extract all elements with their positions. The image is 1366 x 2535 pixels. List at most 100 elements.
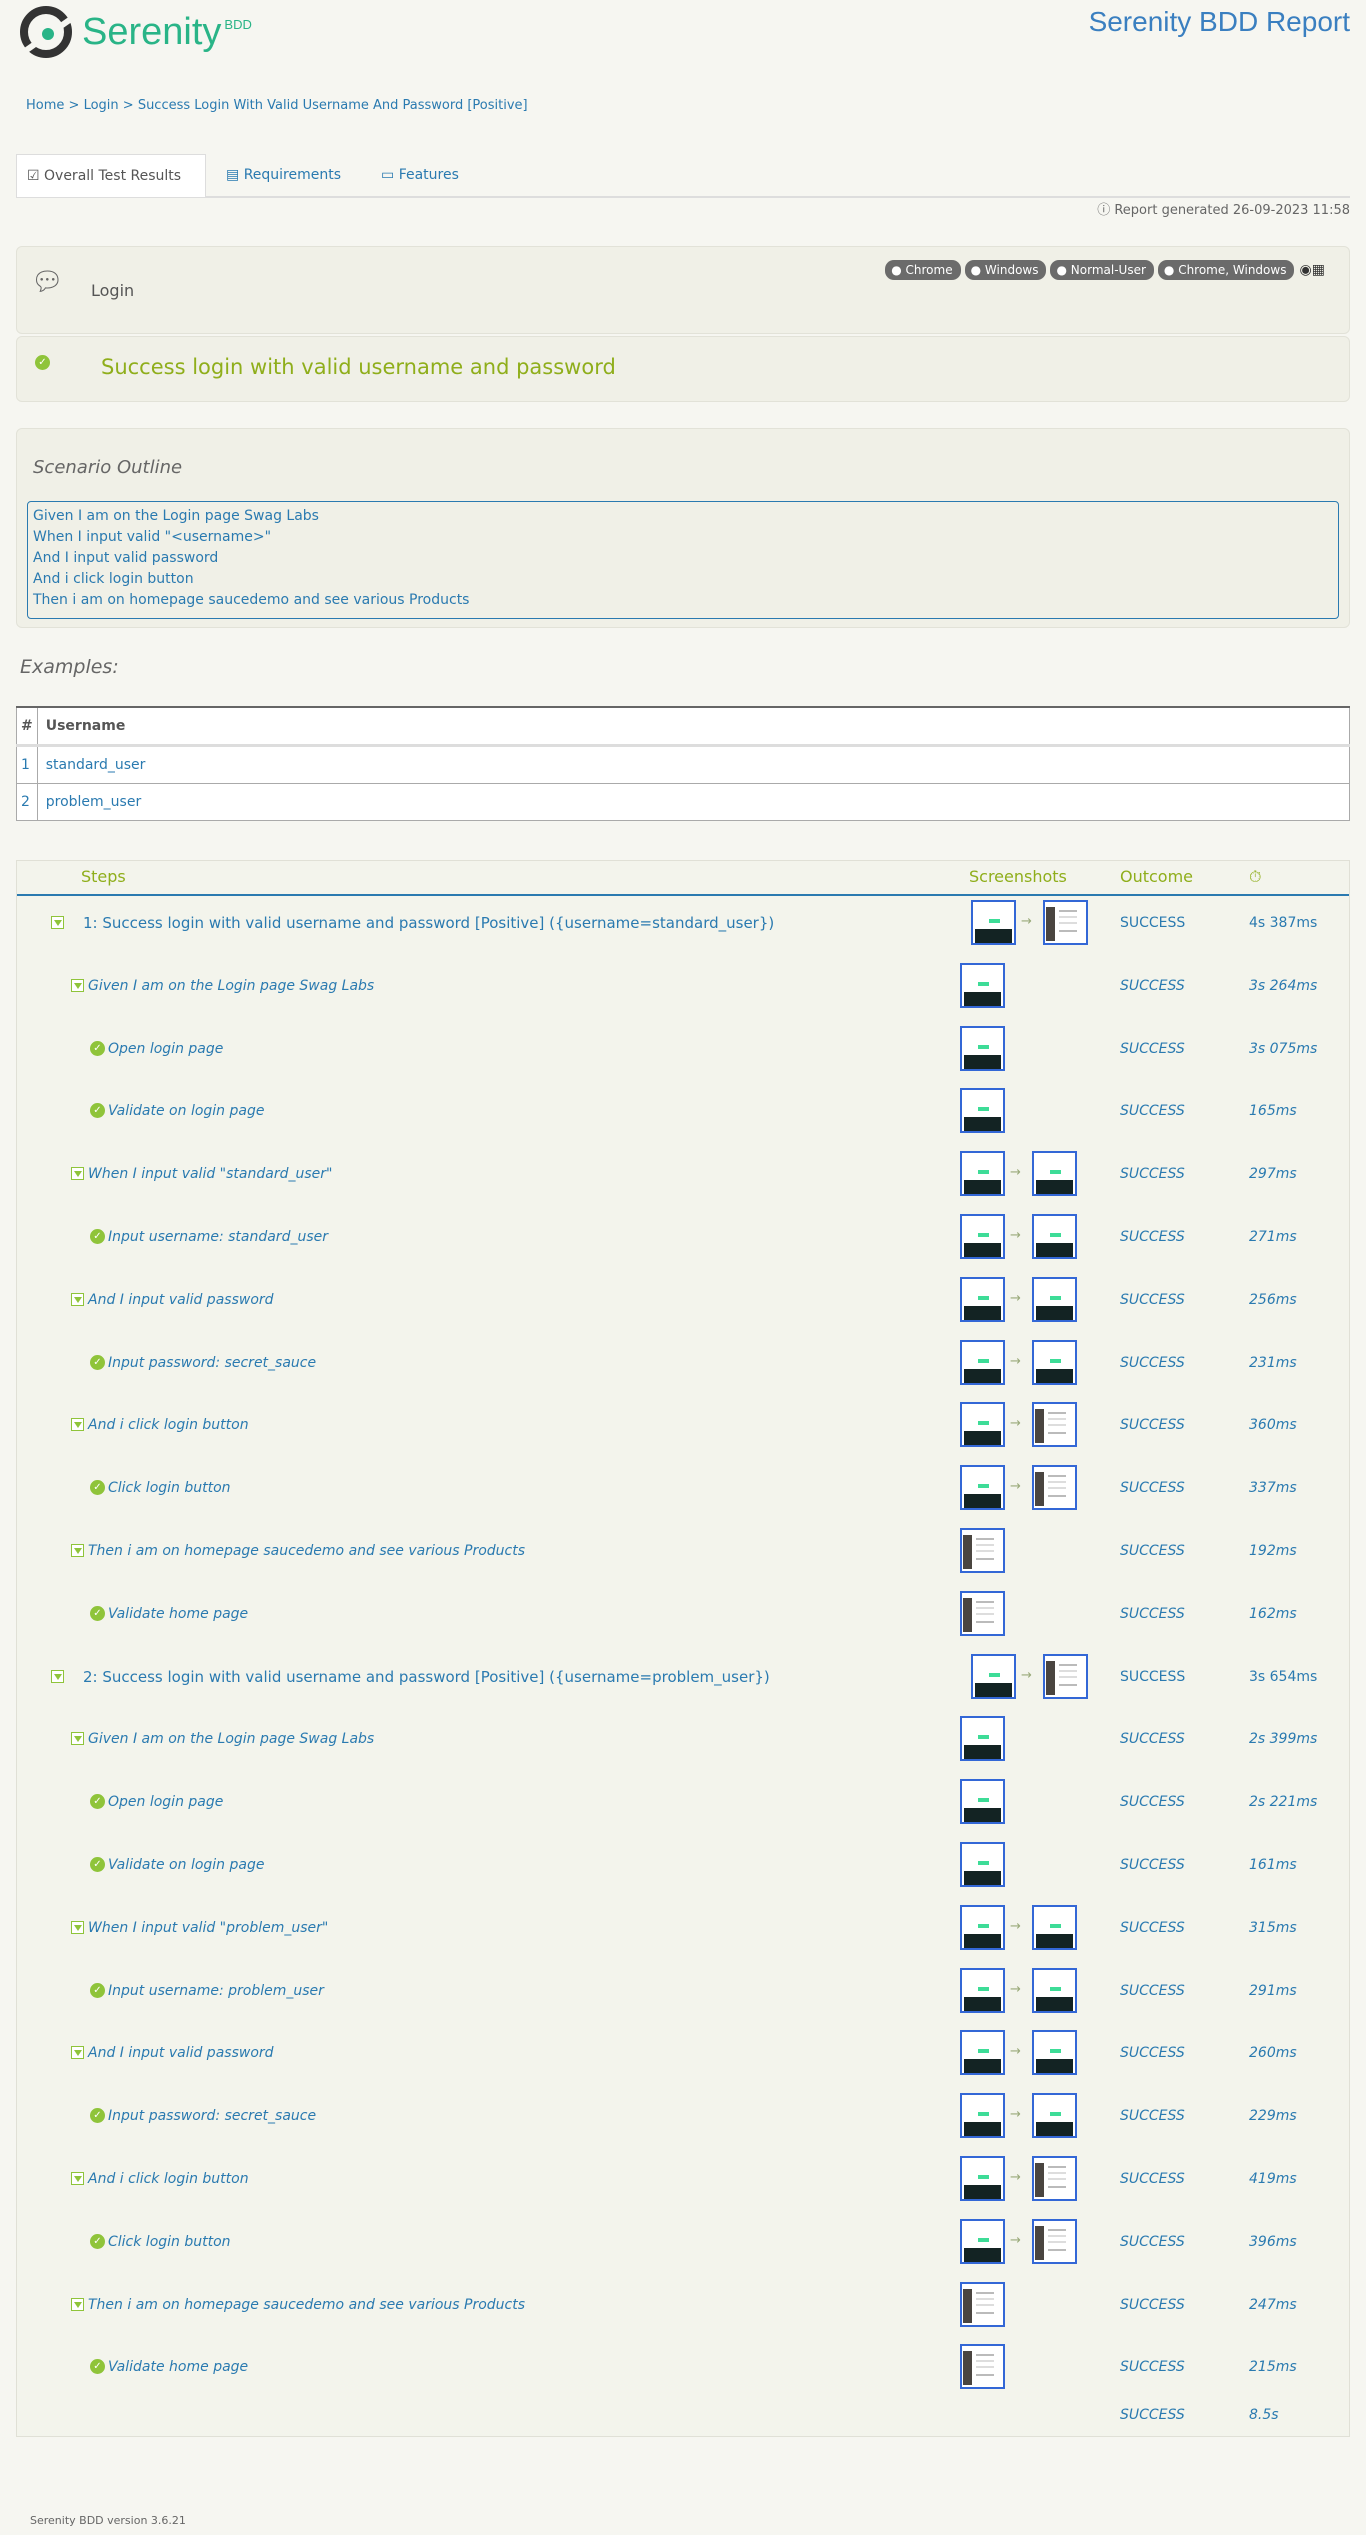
screenshot-thumbnail[interactable]	[1043, 1653, 1088, 1699]
screenshot-thumbnail[interactable]	[1043, 900, 1088, 945]
step-description: Open login page	[108, 1794, 224, 1811]
tag-chrome[interactable]: ● Chrome	[885, 260, 961, 280]
toggle-collapse-icon[interactable]	[71, 2172, 84, 2185]
screenshot-thumbnail[interactable]	[960, 1967, 1005, 2013]
toggle-collapse-icon[interactable]	[71, 978, 84, 992]
screenshot-thumbnail[interactable]	[960, 1276, 1005, 1322]
step-outcome: SUCCESS	[1120, 915, 1186, 931]
screenshot-thumbnail[interactable]	[1032, 1339, 1077, 1385]
screenshot-thumbnail[interactable]	[960, 1465, 1005, 1511]
step-row[interactable]: 2: Success login with valid username and…	[17, 1646, 1349, 1708]
screenshot-thumbnail[interactable]	[1032, 1904, 1077, 1950]
step-row[interactable]: And i click login button → SUCCESS 419ms	[17, 2148, 1349, 2210]
toggle-collapse-icon[interactable]	[71, 1167, 84, 1181]
screenshot-thumbnail[interactable]	[960, 2281, 1005, 2327]
success-check-icon: ✓	[90, 1982, 105, 1998]
screenshot-thumbnail[interactable]	[1032, 1214, 1077, 1259]
toggle-collapse-icon[interactable]	[71, 1292, 84, 1306]
tag-windows[interactable]: ● Windows	[964, 260, 1047, 280]
toggle-collapse-icon[interactable]	[51, 1669, 64, 1683]
product-image-graphic	[1035, 2225, 1044, 2260]
screenshot-thumbnail[interactable]	[1032, 1276, 1077, 1322]
step-row[interactable]: And I input valid password → SUCCESS 260ms	[17, 2022, 1349, 2084]
step-row[interactable]: Given I am on the Login page Swag Labs SU…	[17, 1708, 1349, 1770]
screenshot-thumbnail[interactable]	[960, 1528, 1005, 1573]
step-row[interactable]: ✓ Input password: secret_sauce → SUCCESS 229…	[17, 2085, 1349, 2147]
step-row[interactable]: And I input valid password → SUCCESS 256ms	[17, 1269, 1349, 1331]
feature-name[interactable]: Login	[91, 281, 134, 300]
tag-normal-user[interactable]: ● Normal-User	[1050, 260, 1154, 280]
step-duration: 3s 264ms	[1249, 977, 1318, 994]
step-row[interactable]: When I input valid "standard_user" → SUCCE…	[17, 1143, 1349, 1205]
step-row[interactable]: ✓ Click login button → SUCCESS 337ms	[17, 1457, 1349, 1519]
step-row[interactable]: ✓ Open login page SUCCESS 2s 221ms	[17, 1771, 1349, 1833]
toggle-collapse-icon[interactable]	[71, 2046, 84, 2060]
breadcrumb-current[interactable]: Success Login With Valid Username And Pa…	[138, 98, 528, 113]
tag-chrome-windows[interactable]: ● Chrome, Windows	[1157, 260, 1295, 280]
screenshot-thumbnail[interactable]	[960, 1339, 1005, 1385]
step-row[interactable]: ✓ Input username: problem_user → SUCCESS 291…	[17, 1960, 1349, 2022]
tab-overall-test-results[interactable]: ☑ Overall Test Results	[16, 154, 206, 197]
toggle-collapse-icon[interactable]	[51, 916, 64, 929]
login-button-graphic	[989, 919, 1000, 923]
credentials-box-graphic	[964, 1808, 1001, 1823]
step-row[interactable]: Then i am on homepage saucedemo and see …	[17, 2274, 1349, 2336]
step-row[interactable]: ✓ Open login page SUCCESS 3s 075ms	[17, 1018, 1349, 1080]
example-row[interactable]: 2 problem_user	[16, 783, 1351, 821]
screenshot-thumbnail[interactable]	[960, 2093, 1005, 2139]
step-outcome: SUCCESS	[1120, 2045, 1185, 2062]
toggle-collapse-icon[interactable]	[71, 1920, 84, 1934]
screenshot-thumbnail[interactable]	[960, 1151, 1005, 1197]
screenshot-thumbnail[interactable]	[1032, 1465, 1077, 1511]
screenshot-thumbnail[interactable]	[960, 1214, 1005, 1259]
screenshot-thumbnail[interactable]	[960, 1904, 1005, 1950]
step-row[interactable]: Given I am on the Login page Swag Labs SU…	[17, 955, 1349, 1017]
step-row[interactable]: ✓ Validate home page SUCCESS 162ms	[17, 1583, 1349, 1645]
screenshot-thumbnail[interactable]	[960, 1590, 1005, 1636]
screenshot-thumbnail[interactable]	[1032, 1402, 1077, 1448]
screenshot-thumbnail[interactable]	[960, 1779, 1005, 1825]
toggle-collapse-icon[interactable]	[71, 1544, 84, 1557]
step-row[interactable]: ✓ Input password: secret_sauce → SUCCESS 231…	[17, 1332, 1349, 1394]
step-row[interactable]: Then i am on homepage saucedemo and see …	[17, 1520, 1349, 1582]
example-row[interactable]: 1 standard_user	[16, 745, 1351, 784]
toggle-collapse-icon[interactable]	[71, 1418, 84, 1432]
step-row[interactable]: ✓ Validate on login page SUCCESS 165ms	[17, 1080, 1349, 1142]
screenshot-thumbnail[interactable]	[1032, 2093, 1077, 2139]
arrow-icon: →	[1010, 1353, 1021, 1369]
screenshot-thumbnail[interactable]	[971, 1653, 1016, 1699]
serenity-logo[interactable]: Serenity BDD	[20, 6, 252, 58]
step-row[interactable]: 1: Success login with valid username and…	[17, 892, 1349, 954]
breadcrumb-login[interactable]: Login	[84, 98, 119, 113]
screenshot-thumbnail[interactable]	[960, 1088, 1005, 1134]
tab-features[interactable]: ▭ Features	[371, 154, 469, 196]
screenshot-thumbnail[interactable]	[1032, 2156, 1077, 2201]
screenshot-thumbnail[interactable]	[1032, 1151, 1077, 1197]
screenshot-thumbnail[interactable]	[960, 962, 1005, 1008]
toggle-collapse-icon[interactable]	[71, 1732, 84, 1746]
breadcrumb-home[interactable]: Home	[26, 98, 64, 113]
screenshot-thumbnail[interactable]	[960, 1025, 1005, 1071]
step-outcome: SUCCESS	[1120, 977, 1185, 994]
toggle-collapse-icon[interactable]	[71, 2297, 84, 2311]
step-row[interactable]: ✓ Click login button → SUCCESS 396ms	[17, 2211, 1349, 2273]
step-row[interactable]: ✓ Validate home page SUCCESS 215ms	[17, 2336, 1349, 2398]
screenshot-thumbnail[interactable]	[960, 1716, 1005, 1762]
step-row[interactable]: ✓ Validate on login page SUCCESS 161ms	[17, 1834, 1349, 1896]
screenshot-thumbnail[interactable]	[960, 2156, 1005, 2201]
tab-requirements[interactable]: ▤ Requirements	[216, 154, 351, 196]
step-row[interactable]: When I input valid "problem_user" → SUCCES…	[17, 1897, 1349, 1959]
screenshot-thumbnail[interactable]	[960, 2218, 1005, 2264]
screenshot-thumbnail[interactable]	[1032, 2030, 1077, 2076]
step-row[interactable]: And i click login button → SUCCESS 360ms	[17, 1394, 1349, 1456]
screenshot-thumbnail[interactable]	[960, 1842, 1005, 1887]
screenshot-thumbnail[interactable]	[1032, 2218, 1077, 2264]
screenshot-thumbnail[interactable]	[1032, 1967, 1077, 2013]
screenshot-thumbnail[interactable]	[960, 2344, 1005, 2390]
screenshot-thumbnail[interactable]	[960, 2030, 1005, 2076]
report-page: Serenity BDD Serenity BDD Report Home > L…	[0, 0, 1366, 2535]
step-row[interactable]: ✓ Input username: standard_user → SUCCESS 27…	[17, 1206, 1349, 1268]
credentials-box-graphic	[1036, 1996, 1073, 2011]
screenshot-thumbnail[interactable]	[960, 1402, 1005, 1448]
screenshot-thumbnail[interactable]	[971, 900, 1016, 945]
